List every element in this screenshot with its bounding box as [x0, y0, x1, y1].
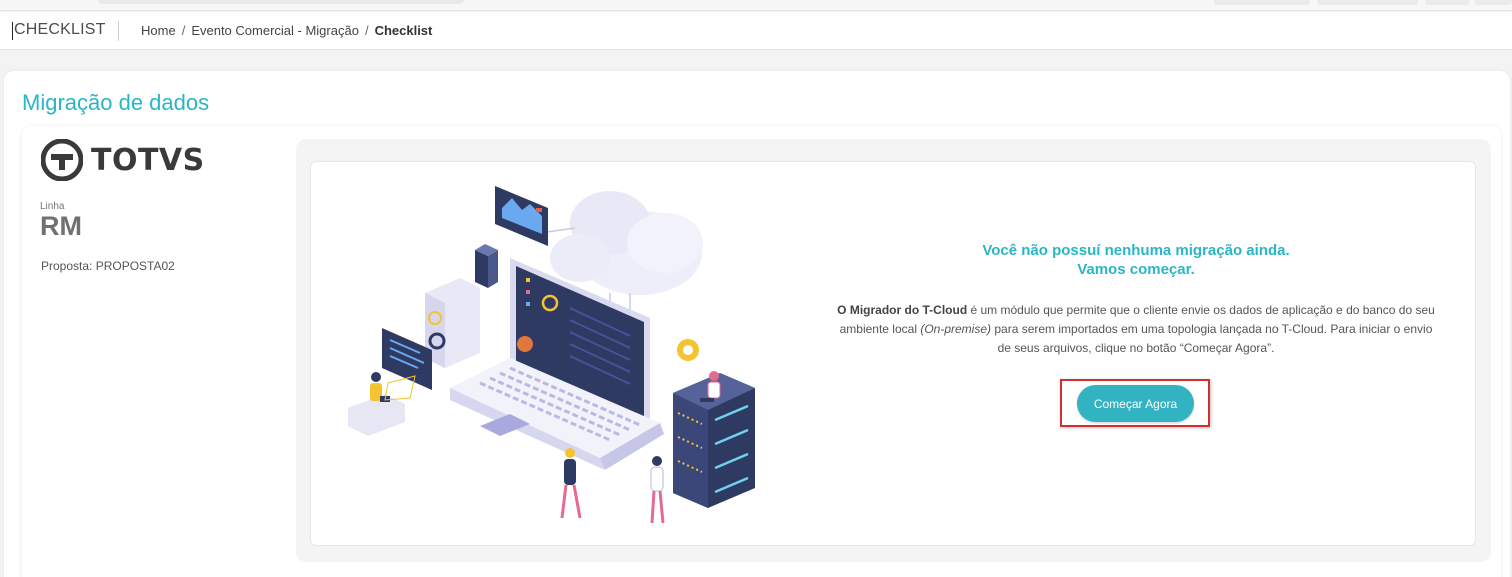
totvs-logo-icon [41, 139, 83, 181]
text-cursor [12, 22, 13, 40]
totvs-logo: TOTVS [41, 139, 205, 181]
proposta-label: Proposta: PROPOSTA02 [41, 259, 175, 273]
chart-panel-icon [495, 186, 548, 246]
description-italic: (On-premise) [920, 322, 992, 336]
side-monitor-icon [382, 328, 432, 390]
small-tower-icon [475, 244, 498, 288]
linha-value: RM [40, 211, 82, 241]
breadcrumb: Home / Evento Comercial - Migração / Checkli… [141, 23, 432, 38]
section-title: CHECKLIST [14, 21, 106, 38]
empty-state-description: O Migrador do T-Cloud é um módulo que pe… [836, 301, 1436, 358]
top-toolbar-strip [0, 0, 1512, 11]
server-block-icon [425, 278, 480, 368]
breadcrumb-evento[interactable]: Evento Comercial - Migração [191, 23, 359, 38]
breadcrumb-separator: / [181, 23, 186, 38]
header-divider [118, 21, 119, 41]
cloud-icon [550, 191, 703, 295]
person-standing-icon [560, 448, 582, 519]
logo-text: TOTVS [91, 142, 205, 178]
header-bar: CHECKLIST Home / Evento Comercial - Migraç… [0, 12, 1512, 50]
description-text-end: para serem importados em uma topologia l… [991, 322, 1433, 355]
cloud-migration-illustration [348, 186, 755, 524]
toolbar-button[interactable] [1317, 0, 1418, 5]
breadcrumb-home[interactable]: Home [141, 23, 176, 38]
gear-icon [677, 339, 699, 361]
toolbar-button[interactable] [1214, 0, 1310, 5]
empty-state-title-line2: Vamos começar. [1077, 261, 1195, 278]
breadcrumb-current: Checklist [374, 23, 433, 38]
toolbar-button[interactable] [1475, 0, 1512, 5]
empty-state-title: Você não possuí nenhuma migração ainda. … [836, 241, 1436, 279]
person-sitting-icon [348, 372, 416, 436]
breadcrumb-separator: / [364, 23, 369, 38]
global-search-bar[interactable] [98, 0, 464, 4]
empty-state-title-line1: Você não possuí nenhuma migração ainda. [982, 242, 1290, 259]
person-standing-icon [650, 456, 665, 524]
toolbar-button[interactable] [1425, 0, 1469, 5]
page-title: Migração de dados [22, 90, 210, 115]
description-bold: O Migrador do T-Cloud [837, 303, 968, 317]
start-now-button[interactable]: Começar Agora [1077, 385, 1194, 422]
